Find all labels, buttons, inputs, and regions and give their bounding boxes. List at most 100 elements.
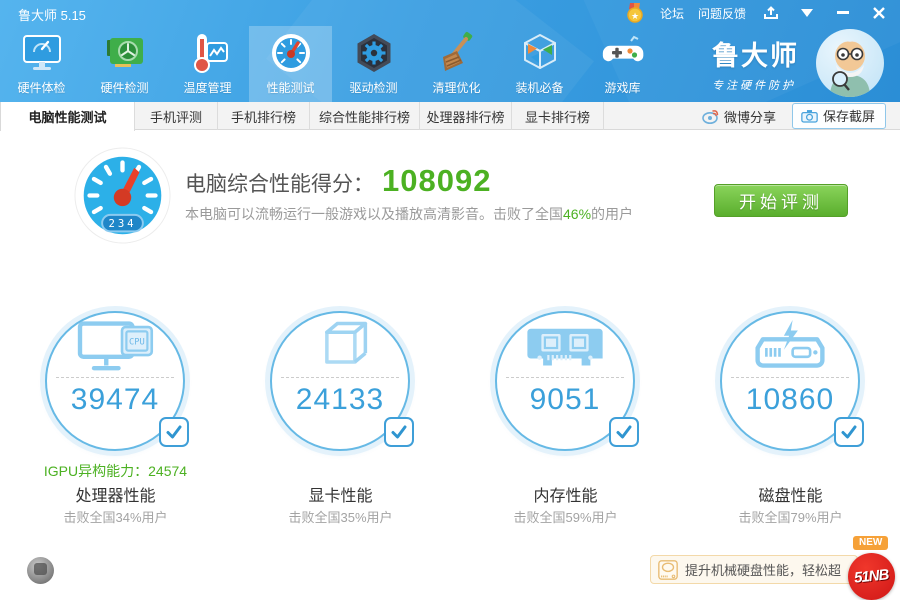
gauge-value: 10860 [745,383,835,416]
weibo-share-label: 微博分享 [723,109,776,125]
tab-label: 处理器排行榜 [426,109,505,125]
new-badge: NEW [853,536,889,550]
tab-label: 显卡排行榜 [524,109,590,125]
toolbar-item-performance-test[interactable]: 性能测试 [249,26,332,102]
weibo-share-button[interactable]: 微博分享 [702,107,776,126]
gpu-card-icon [103,31,147,75]
divider [731,377,849,378]
check-badge-icon [834,417,864,447]
gear-hexagon-icon [352,31,396,75]
share-upload-icon[interactable] [760,3,782,23]
tab-gpu-ranking[interactable]: 显卡排行榜 [512,102,604,130]
save-screenshot-label: 保存截屏 [822,109,875,124]
thermometer-icon [186,31,230,75]
divider [56,377,174,378]
menu-arrow-icon[interactable] [796,3,818,23]
tab-label: 综合性能排行榜 [318,109,410,125]
gamepad-icon [601,31,645,75]
tray-ball-icon[interactable] [27,557,54,584]
tab-bar: 电脑性能测试 手机评测 手机排行榜 综合性能排行榜 处理器排行榜 显卡排行榜 微… [0,102,900,131]
close-icon[interactable] [868,3,890,23]
disk-icon [722,320,858,376]
svg-text:★: ★ [631,11,639,21]
score-label: 电脑综合性能得分： [185,173,374,196]
check-badge-icon [159,417,189,447]
tab-label: 电脑性能测试 [28,110,107,125]
gauge-subtitle: 击败全国59%用户 [513,510,618,525]
brand-slogan: 专注硬件防护 [712,80,796,92]
gauge-value: 9051 [529,383,601,416]
toolbar-item-hardware-checkup[interactable]: 硬件体检 [0,26,83,102]
gauge-cpu: CPU 39474 IGPU异构能力：24574 处理器性能 击败全国34%用户 [3,311,228,526]
toolbar-label: 清理优化 [432,81,481,95]
cube-box-icon [518,31,562,75]
camera-icon [801,109,818,123]
gauge-subtitle: 击败全国34%用户 [63,510,168,525]
minimize-icon[interactable] [832,3,854,23]
igpu-extra-score: IGPU异构能力：24574 [43,463,188,479]
tab-overall-ranking[interactable]: 综合性能排行榜 [310,102,420,130]
score-value: 108092 [382,163,492,198]
gauge-title: 磁盘性能 [758,488,823,505]
feedback-link[interactable]: 问题反馈 [698,5,746,22]
gauge-title: 显卡性能 [308,488,373,505]
gauge-title: 处理器性能 [75,488,156,505]
gauge-title: 内存性能 [533,488,598,505]
medal-icon[interactable]: ★ [624,3,646,23]
speedometer-icon [269,31,313,75]
start-benchmark-button[interactable]: 开始评测 [714,184,848,217]
forum-link[interactable]: 论坛 [660,5,684,22]
toolbar-label: 硬件检测 [100,81,149,95]
save-screenshot-button[interactable]: 保存截屏 [791,103,886,129]
tab-pc-performance-test[interactable]: 电脑性能测试 [0,102,135,131]
toolbar: 硬件体检 硬件检测 温度管理 性能测试 驱动检测 清理优化 装机必备 游戏库 [0,26,664,102]
divider [506,377,624,378]
gauge-circle: CPU 39474 [45,311,189,451]
gauge-circle: 9051 [495,311,639,451]
toolbar-item-hardware-detect[interactable]: 硬件检测 [83,26,166,102]
score-speedometer-icon: 234 [74,147,171,244]
check-badge-icon [609,417,639,447]
brand: 鲁大师 专注硬件防护 [712,34,799,93]
toolbar-label: 装机必备 [515,81,564,95]
tab-label: 手机排行榜 [230,109,296,125]
dial-value: 234 [109,217,137,230]
promo-text: 提升机械硬盘性能，轻松超 [685,563,842,578]
toolbar-label: 温度管理 [183,81,232,95]
broom-icon [435,31,479,75]
memory-icon [497,320,633,376]
tab-cpu-ranking[interactable]: 处理器排行榜 [420,102,512,130]
51nb-logo[interactable]: 51NB [848,553,895,600]
promo-disk-icon [658,559,678,580]
gpu-cube-icon [272,320,408,376]
check-badge-icon [384,417,414,447]
toolbar-item-driver-detect[interactable]: 驱动检测 [332,26,415,102]
toolbar-label: 游戏库 [604,81,641,95]
gauge-value: 39474 [70,383,160,416]
score-description: 本电脑可以流畅运行一般游戏以及播放高清影音。击败了全国46%的用户 [185,204,633,224]
toolbar-item-game-library[interactable]: 游戏库 [581,26,664,102]
score-desc-prefix: 本电脑可以流畅运行一般游戏以及播放高清影音。击败了全国 [185,206,563,222]
brand-name: 鲁大师 [712,41,799,71]
window-title: 鲁大师 5.15 [18,8,86,23]
svg-text:CPU: CPU [129,338,145,348]
gauge-memory: 9051 内存性能 击败全国59%用户 [453,311,678,526]
toolbar-item-temperature[interactable]: 温度管理 [166,26,249,102]
toolbar-label: 驱动检测 [349,81,398,95]
gauge-disk: 10860 磁盘性能 击败全国79%用户 [678,311,900,526]
tab-label: 手机评测 [149,109,202,125]
header: 鲁大师 5.15 ★ 论坛 问题反馈 硬件体检 硬件检测 温度管理 性能测试 驱… [0,0,900,102]
titlebar: 鲁大师 5.15 ★ 论坛 问题反馈 [0,0,900,26]
toolbar-item-clean-optimize[interactable]: 清理优化 [415,26,498,102]
divider [281,377,399,378]
score-desc-percent: 46% [563,206,592,222]
promo-banner[interactable]: 提升机械硬盘性能，轻松超 [650,555,858,584]
gauge-gpu: 24133 显卡性能 击败全国35%用户 [228,311,453,526]
tab-phone-review[interactable]: 手机评测 [135,102,218,130]
gauge-circle: 24133 [270,311,414,451]
toolbar-item-essential-software[interactable]: 装机必备 [498,26,581,102]
gauge-subtitle: 击败全国35%用户 [288,510,393,525]
score-desc-suffix: 的用户 [591,206,634,222]
monitor-checkup-icon [20,31,64,75]
tab-phone-ranking[interactable]: 手机排行榜 [218,102,310,130]
